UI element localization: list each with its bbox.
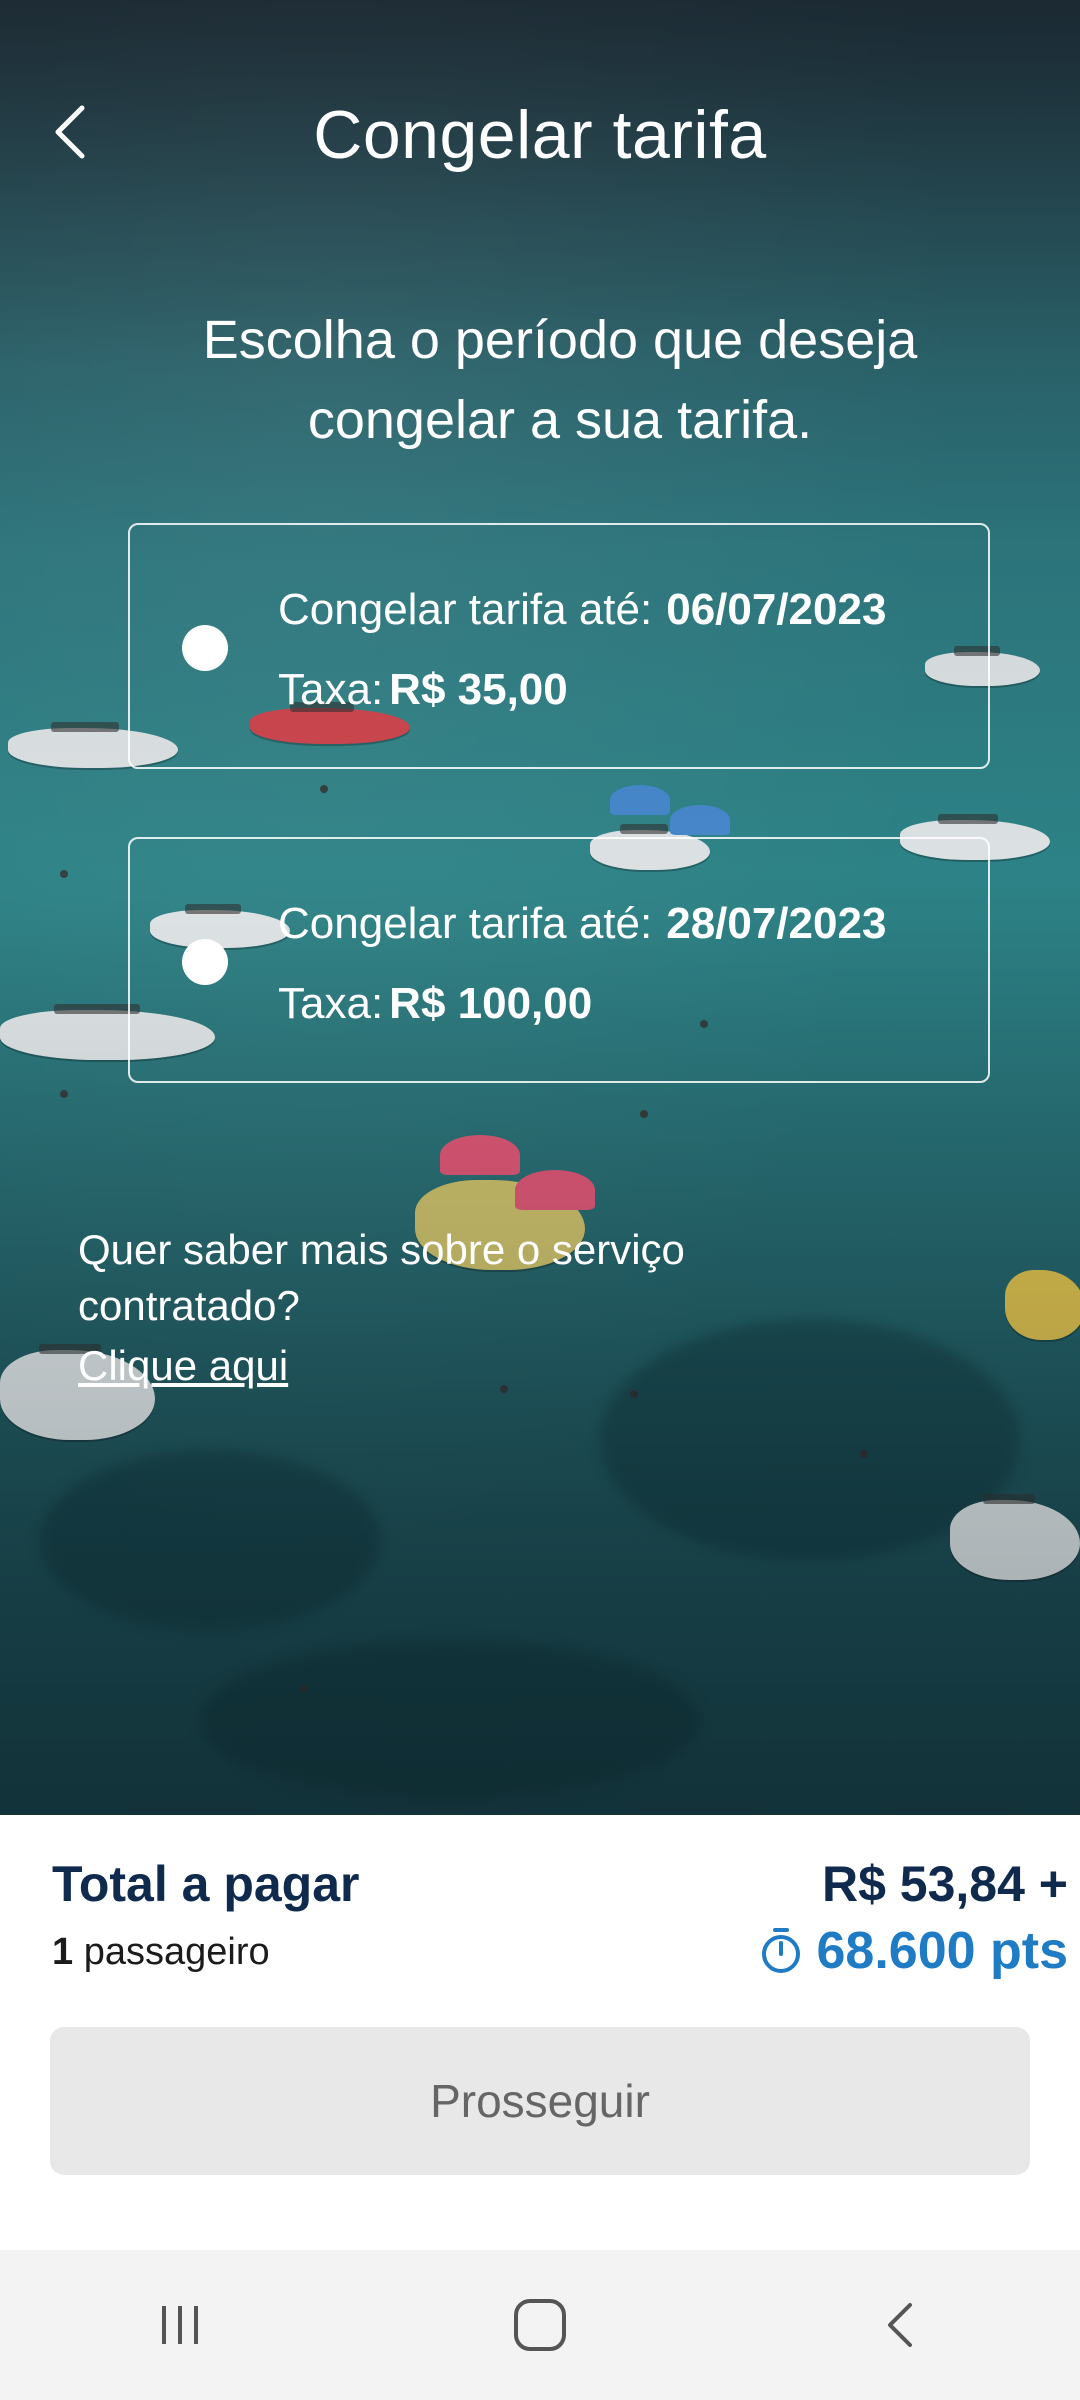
system-back-button[interactable] [820, 2275, 980, 2375]
fee-amount: R$ 100,00 [389, 979, 593, 1028]
freeze-until-line: Congelar tarifa até: 28/07/2023 [278, 899, 886, 949]
period-prompt: Escolha o período que deseja congelar a … [202, 310, 918, 450]
payment-footer: Total a pagar 1 passageiro R$ 53,84 + 68… [0, 1815, 1080, 2250]
back-icon [888, 2303, 912, 2347]
freeze-until-label: Congelar tarifa até: [278, 585, 653, 634]
freeze-option-2[interactable]: Congelar tarifa até: 28/07/2023 Taxa: R$ 1… [128, 837, 990, 1083]
fee-line: Taxa: R$ 35,00 [278, 665, 568, 715]
points-value: 68.600 pts [816, 1922, 1069, 1980]
total-label: Total a pagar [52, 1856, 360, 1912]
stopwatch-icon [761, 1928, 800, 1973]
recents-icon [162, 2306, 198, 2344]
passenger-label: passageiro [83, 1931, 270, 1973]
system-navigation-bar [0, 2250, 1080, 2400]
total-points: 68.600 pts [759, 1921, 1069, 1981]
freeze-option-1[interactable]: Congelar tarifa até: 06/07/2023 Taxa: R$ 3… [128, 523, 990, 769]
radio-button[interactable] [182, 939, 228, 985]
freeze-until-line: Congelar tarifa até: 06/07/2023 [278, 585, 886, 635]
page-title: Congelar tarifa [313, 97, 767, 173]
click-here-link[interactable]: Clique aqui [78, 1342, 288, 1390]
proceed-button[interactable]: Prosseguir [50, 2027, 1030, 2175]
fee-amount: R$ 35,00 [389, 665, 568, 714]
freeze-until-label: Congelar tarifa até: [278, 899, 653, 948]
passenger-number: 1 [52, 1931, 74, 1973]
service-info-question: Quer saber mais sobre o serviço contrata… [78, 1226, 685, 1329]
freeze-date: 06/07/2023 [666, 585, 887, 634]
fee-label: Taxa: [278, 665, 384, 714]
fee-line: Taxa: R$ 100,00 [278, 979, 592, 1029]
fee-label: Taxa: [278, 979, 384, 1028]
home-icon [514, 2299, 566, 2351]
passenger-count: 1 passageiro [52, 1931, 270, 1974]
recents-button[interactable] [100, 2275, 260, 2375]
radio-button[interactable] [182, 625, 228, 671]
freeze-date: 28/07/2023 [666, 899, 887, 948]
total-price: R$ 53,84 + [821, 1856, 1068, 1912]
home-button[interactable] [460, 2275, 620, 2375]
